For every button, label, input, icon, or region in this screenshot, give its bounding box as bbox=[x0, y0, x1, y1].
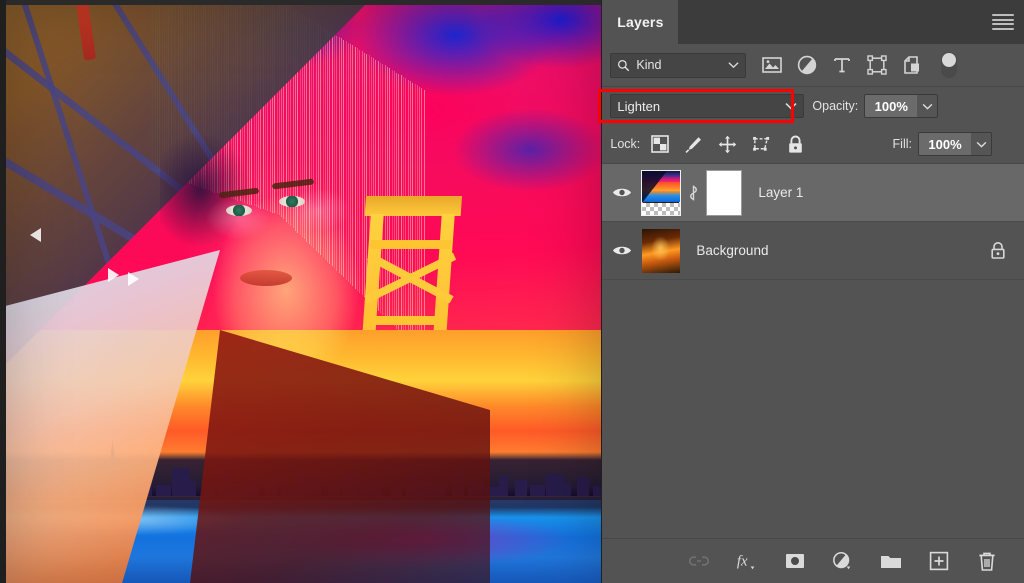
layer-style-fx-icon[interactable]: fx bbox=[736, 550, 758, 572]
filter-smart-object-icon[interactable] bbox=[902, 55, 922, 75]
new-adjustment-layer-icon[interactable] bbox=[832, 550, 854, 572]
lock-all-icon[interactable] bbox=[786, 135, 805, 154]
new-layer-icon[interactable] bbox=[928, 550, 950, 572]
lock-artboard-nesting-icon[interactable] bbox=[752, 135, 771, 154]
layer-name[interactable]: Background bbox=[696, 243, 990, 258]
search-icon bbox=[617, 59, 630, 72]
tab-layers-label: Layers bbox=[617, 14, 664, 30]
layers-panel: Layers Kind Lighten Opacity: 100% Lock: … bbox=[598, 0, 1024, 583]
layer-thumbnails bbox=[641, 169, 743, 216]
fill-field[interactable]: 100% bbox=[918, 132, 992, 156]
layer-thumbnail[interactable] bbox=[641, 169, 682, 216]
filter-kind-select[interactable]: Kind bbox=[610, 52, 747, 78]
panel-bottom-separator bbox=[602, 520, 1024, 539]
panel-tab-bar-empty bbox=[678, 0, 1024, 44]
blend-mode-row: Lighten Opacity: 100% bbox=[598, 87, 1024, 125]
artwork-arrow-marker-3 bbox=[128, 272, 139, 286]
table-row[interactable]: Layer 1 bbox=[602, 164, 1024, 222]
opacity-label: Opacity: bbox=[812, 99, 859, 113]
lock-label: Lock: bbox=[610, 137, 641, 151]
filter-type-icons bbox=[762, 52, 958, 78]
canvas-left-edge bbox=[0, 0, 6, 583]
artwork-composite bbox=[0, 0, 602, 583]
lock-position-icon[interactable] bbox=[718, 135, 737, 154]
canvas-top-edge bbox=[0, 0, 602, 5]
lock-row: Lock: Fill: 100% bbox=[602, 125, 1024, 164]
layer-visibility-toggle[interactable] bbox=[602, 186, 642, 199]
filter-type-layers-icon[interactable] bbox=[832, 55, 852, 75]
layers-bottom-toolbar: fx bbox=[602, 539, 1024, 583]
fill-label: Fill: bbox=[892, 137, 912, 151]
mask-link-icon[interactable] bbox=[687, 183, 699, 203]
panel-tab-bar: Layers bbox=[602, 0, 1024, 44]
layer-name[interactable]: Layer 1 bbox=[758, 185, 1024, 200]
blend-mode-select[interactable]: Lighten bbox=[610, 94, 805, 118]
blend-mode-value: Lighten bbox=[617, 98, 661, 114]
artwork-portrait-eye-right bbox=[279, 196, 305, 207]
document-canvas[interactable] bbox=[0, 0, 602, 583]
opacity-field[interactable]: 100% bbox=[864, 94, 939, 118]
chevron-down-icon[interactable] bbox=[785, 102, 797, 110]
delete-layer-icon[interactable] bbox=[976, 550, 998, 572]
layer-thumbnails bbox=[642, 228, 681, 273]
svg-text:fx: fx bbox=[737, 554, 748, 570]
eye-icon bbox=[612, 186, 632, 199]
fill-value: 100% bbox=[919, 133, 971, 155]
panel-menu-icon[interactable] bbox=[992, 14, 1014, 30]
layers-list[interactable]: Layer 1 Background bbox=[602, 164, 1024, 520]
layer-visibility-toggle[interactable] bbox=[602, 244, 642, 257]
link-layers-icon[interactable] bbox=[688, 550, 710, 572]
filter-enable-toggle[interactable] bbox=[941, 52, 958, 78]
layer-locked-icon bbox=[990, 241, 1006, 260]
new-group-icon[interactable] bbox=[880, 550, 902, 572]
add-layer-mask-icon[interactable] bbox=[784, 550, 806, 572]
table-row[interactable]: Background bbox=[602, 222, 1024, 280]
artwork-portrait-lips bbox=[240, 270, 292, 286]
opacity-value: 100% bbox=[865, 95, 918, 117]
artwork-arrow-marker-1 bbox=[30, 228, 41, 242]
filter-pixel-layers-icon[interactable] bbox=[762, 55, 783, 75]
filter-kind-label: Kind bbox=[636, 58, 662, 72]
layer-thumbnail[interactable] bbox=[642, 228, 681, 273]
eye-icon bbox=[612, 244, 632, 257]
lock-transparent-pixels-icon[interactable] bbox=[650, 135, 669, 154]
lock-icons bbox=[650, 135, 805, 154]
opacity-chevron-down-icon[interactable] bbox=[917, 95, 938, 117]
photoshop-window: Layers Kind Lighten Opacity: 100% Lock: … bbox=[0, 0, 1024, 583]
layer-mask-thumbnail[interactable] bbox=[706, 169, 743, 216]
layer-filter-row: Kind bbox=[602, 44, 1024, 87]
chevron-down-icon[interactable] bbox=[728, 61, 739, 69]
tab-layers[interactable]: Layers bbox=[602, 0, 679, 44]
fill-chevron-down-icon[interactable] bbox=[971, 133, 991, 155]
filter-shape-layers-icon[interactable] bbox=[867, 55, 888, 75]
filter-adjustment-layers-icon[interactable] bbox=[797, 55, 817, 75]
lock-image-pixels-icon[interactable] bbox=[684, 135, 703, 154]
artwork-portrait-eye-left bbox=[226, 205, 252, 216]
artwork-arrow-marker-2 bbox=[108, 268, 119, 282]
